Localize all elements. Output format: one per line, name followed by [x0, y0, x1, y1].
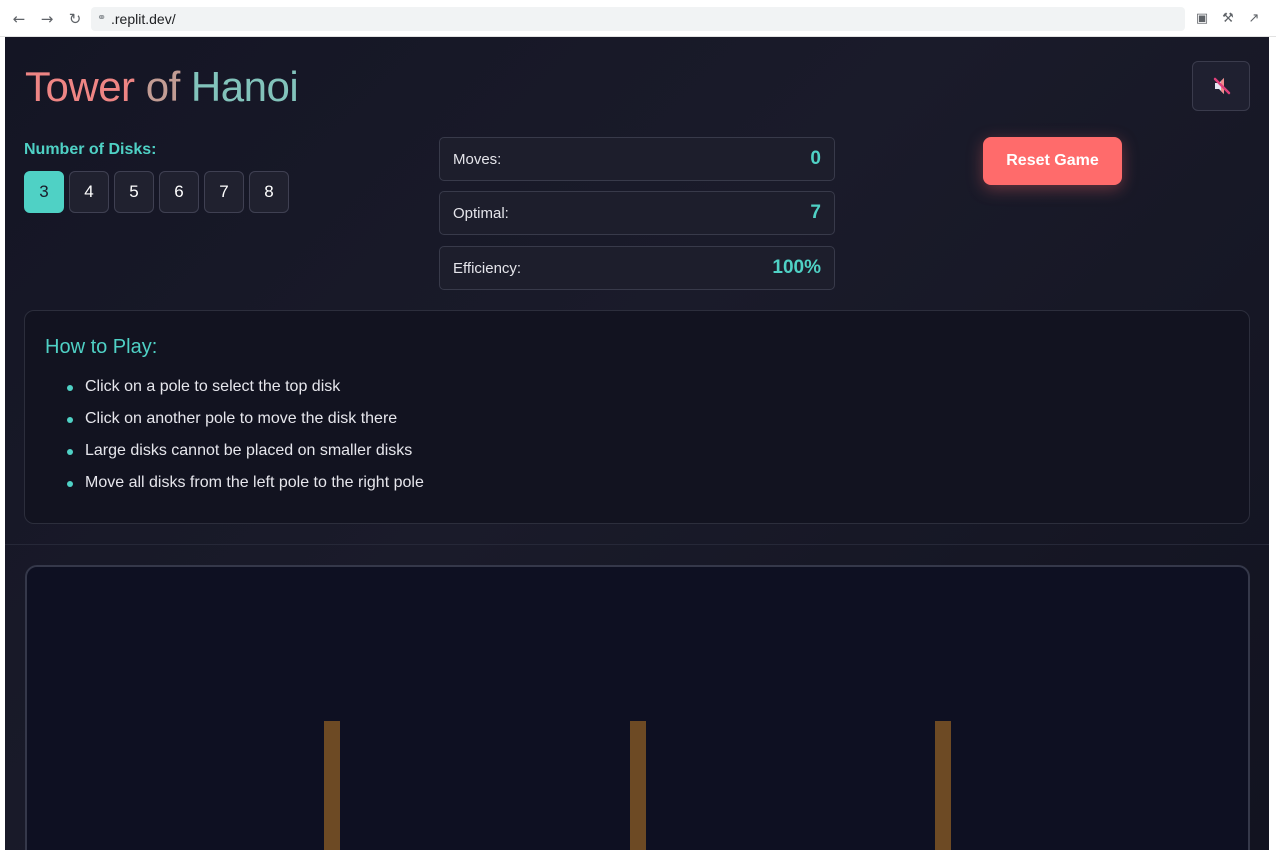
- disk-option-5[interactable]: 5: [114, 171, 154, 213]
- disk-option-6[interactable]: 6: [159, 171, 199, 213]
- page-title: Tower of Hanoi: [25, 61, 299, 113]
- wrench-icon[interactable]: ⚒: [1219, 10, 1237, 28]
- efficiency-label: Efficiency:: [453, 260, 522, 277]
- disk-option-3[interactable]: 3: [24, 171, 64, 213]
- game-board: [25, 565, 1250, 850]
- optimal-label: Optimal:: [453, 205, 509, 222]
- title-word-of: of: [145, 63, 181, 110]
- how-to-play-panel: How to Play: Click on a pole to select t…: [24, 310, 1250, 524]
- disk-option-7[interactable]: 7: [204, 171, 244, 213]
- right-pole[interactable]: [935, 721, 951, 850]
- disk-option-4[interactable]: 4: [69, 171, 109, 213]
- moves-label: Moves:: [453, 151, 502, 168]
- url-text: .replit.dev/: [111, 11, 176, 27]
- instruction-text: Click on a pole to select the top disk: [85, 378, 341, 395]
- reset-game-button[interactable]: Reset Game: [983, 137, 1122, 185]
- middle-pole[interactable]: [630, 721, 646, 850]
- instruction-item: Move all disks from the left pole to the…: [67, 473, 424, 505]
- left-pole[interactable]: [324, 721, 340, 850]
- instruction-item: Large disks cannot be placed on smaller …: [67, 441, 424, 473]
- speaker-muted-icon: [1213, 77, 1231, 95]
- reload-icon[interactable]: ↻: [65, 9, 85, 29]
- efficiency-stat: Efficiency: 100%: [439, 246, 835, 290]
- moves-stat: Moves: 0: [439, 137, 835, 181]
- disk-count-label: Number of Disks:: [24, 141, 157, 158]
- optimal-value: 7: [810, 202, 821, 223]
- instructions-list: Click on a pole to select the top disk C…: [67, 377, 424, 505]
- address-bar[interactable]: ⚭ .replit.dev/: [91, 7, 1185, 31]
- disk-count-options: 3 4 5 6 7 8: [24, 171, 289, 213]
- instruction-item: Click on a pole to select the top disk: [67, 377, 424, 409]
- forward-icon[interactable]: →: [37, 9, 57, 29]
- efficiency-value: 100%: [772, 257, 821, 278]
- link-icon: ⚭: [97, 11, 107, 24]
- page: Tower of Hanoi Number of Disks: 3 4 5 6 …: [5, 37, 1269, 850]
- section-divider: [5, 544, 1269, 545]
- instruction-item: Click on another pole to move the disk t…: [67, 409, 424, 441]
- open-external-icon[interactable]: ↗: [1245, 10, 1263, 28]
- bullet-dot-icon: [67, 417, 73, 423]
- optimal-stat: Optimal: 7: [439, 191, 835, 235]
- instruction-text: Move all disks from the left pole to the…: [85, 474, 424, 491]
- back-icon[interactable]: ←: [9, 9, 29, 29]
- bullet-dot-icon: [67, 449, 73, 455]
- title-word-tower: Tower: [25, 63, 135, 110]
- sound-toggle-button[interactable]: [1192, 61, 1250, 111]
- bullet-dot-icon: [67, 385, 73, 391]
- instruction-text: Click on another pole to move the disk t…: [85, 410, 398, 427]
- devices-icon[interactable]: ▣: [1193, 10, 1211, 28]
- disk-option-8[interactable]: 8: [249, 171, 289, 213]
- instruction-text: Large disks cannot be placed on smaller …: [85, 442, 413, 459]
- title-word-hanoi: Hanoi: [190, 63, 299, 110]
- bullet-dot-icon: [67, 481, 73, 487]
- browser-toolbar: ← → ↻ ⚭ .replit.dev/ ▣ ⚒ ↗: [0, 0, 1276, 37]
- moves-value: 0: [810, 148, 821, 169]
- how-to-play-title: How to Play:: [45, 336, 158, 358]
